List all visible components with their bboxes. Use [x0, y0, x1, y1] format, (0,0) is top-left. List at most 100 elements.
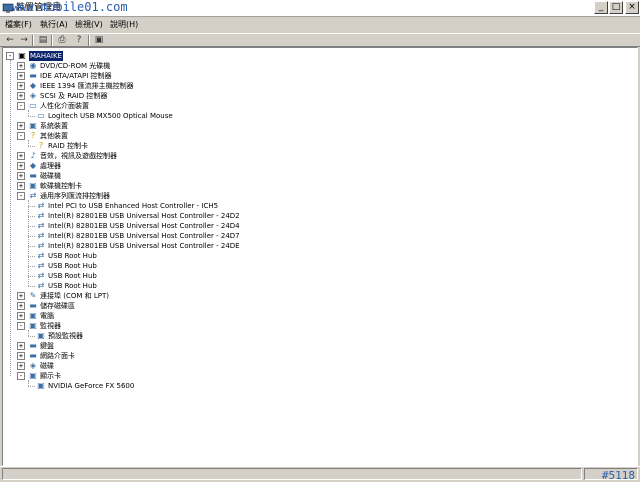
- collapse-toggle[interactable]: -: [17, 372, 25, 380]
- device-category-icon: ⇄: [37, 281, 45, 290]
- tree-item-label: DVD/CD-ROM 光碟機: [40, 62, 111, 70]
- print-icon[interactable]: ⎙: [55, 35, 69, 46]
- device-category-icon: ◈: [29, 91, 37, 100]
- tree-guide-line: [28, 246, 35, 247]
- device-category-icon: ◆: [29, 81, 37, 90]
- menu-bar: 檔案(F) 執行(A) 檢視(V) 說明(H): [0, 17, 640, 33]
- device-category-icon: ▣: [29, 311, 37, 320]
- menu-view[interactable]: 檢視(V): [75, 19, 103, 30]
- expand-toggle[interactable]: +: [17, 302, 25, 310]
- device-category-icon: ▬: [29, 71, 37, 80]
- tree-item-label: 監視器: [40, 322, 61, 330]
- tree-guide-line: [28, 256, 35, 257]
- expand-toggle[interactable]: +: [17, 172, 25, 180]
- close-button[interactable]: ×: [625, 1, 639, 14]
- status-id-text: #5118: [601, 469, 635, 482]
- device-category-icon: ▬: [29, 341, 37, 350]
- expand-toggle[interactable]: +: [17, 342, 25, 350]
- tree-item-label: 磁碟機: [40, 172, 61, 180]
- device-category-icon: ▣: [29, 121, 37, 130]
- tree-item-label: IEEE 1394 匯流排主機控制器: [40, 82, 134, 90]
- expand-toggle[interactable]: +: [17, 292, 25, 300]
- tree-item-label: Logitech USB MX500 Optical Mouse: [48, 112, 173, 120]
- tree-item-label: Intel(R) 82801EB USB Universal Host Cont…: [48, 222, 240, 230]
- device-category-icon: ⇄: [37, 251, 45, 260]
- tree-guide-line: [28, 266, 35, 267]
- toolbar-separator: [32, 35, 34, 46]
- device-category-icon: ▬: [29, 301, 37, 310]
- watermark-text: www.mobile01.com: [12, 0, 128, 14]
- device-category-icon: ⇄: [37, 221, 45, 230]
- expand-toggle[interactable]: +: [17, 362, 25, 370]
- tree-guide-line: [28, 146, 35, 147]
- tree-guide-line: [28, 140, 29, 146]
- device-category-icon: ▣: [29, 371, 37, 380]
- collapse-toggle[interactable]: -: [6, 52, 14, 60]
- tree-item-label: RAID 控制卡: [48, 142, 89, 150]
- toolbar: ← → ▤ ⎙ ? ▣: [0, 33, 640, 47]
- tree-guide-line: [28, 200, 29, 286]
- status-bar: #5118: [0, 466, 640, 482]
- tree-item-label: 網路介面卡: [40, 352, 75, 360]
- tree-item-label: 電腦: [40, 312, 54, 320]
- device-category-icon: ▬: [29, 351, 37, 360]
- device-category-icon: ◉: [29, 61, 37, 70]
- device-tree[interactable]: - ▣ MAHAIKE + ◉ DVD/CD-ROM 光碟機 + ▬ IDE ATA/AT…: [2, 47, 638, 466]
- scan-hardware-icon[interactable]: ▣: [92, 35, 106, 46]
- device-category-icon: ?: [38, 141, 44, 150]
- status-panel-id: #5118: [584, 468, 638, 482]
- menu-action[interactable]: 執行(A): [40, 19, 68, 30]
- back-arrow-icon[interactable]: ←: [3, 35, 17, 46]
- device-category-icon: ▣: [29, 181, 37, 190]
- expand-toggle[interactable]: +: [17, 62, 25, 70]
- expand-toggle[interactable]: +: [17, 72, 25, 80]
- tree-item-label: 通用序列匯流排控制器: [40, 192, 110, 200]
- toolbar-separator: [51, 35, 53, 46]
- help-icon[interactable]: ?: [72, 35, 86, 46]
- tree-item-label: 處理器: [40, 162, 61, 170]
- device-category-icon: ⇄: [37, 271, 45, 280]
- tree-guide-line: [28, 236, 35, 237]
- device-category-icon: ▭: [37, 111, 45, 120]
- device-category-icon: ◆: [29, 161, 37, 170]
- expand-toggle[interactable]: +: [17, 162, 25, 170]
- expand-toggle[interactable]: +: [17, 92, 25, 100]
- expand-toggle[interactable]: +: [17, 182, 25, 190]
- tree-item-label: SCSI 及 RAID 控制器: [40, 92, 108, 100]
- tree-guide-line: [28, 330, 29, 336]
- expand-toggle[interactable]: +: [17, 82, 25, 90]
- tree-item-label: IDE ATA/ATAPI 控制器: [40, 72, 112, 80]
- maximize-button[interactable]: □: [609, 1, 623, 14]
- status-panel-main: [2, 468, 582, 480]
- tree-item-label: 預設監視器: [48, 332, 83, 340]
- tree-item-label: 儲存磁碟區: [40, 302, 75, 310]
- collapse-toggle[interactable]: -: [17, 322, 25, 330]
- device-category-icon: ♪: [30, 151, 36, 160]
- tree-root-label[interactable]: MAHAIKE: [29, 51, 63, 61]
- expand-toggle[interactable]: +: [17, 352, 25, 360]
- tree-item-label: Intel(R) 82801EB USB Universal Host Cont…: [48, 232, 240, 240]
- tree-guide-line: [28, 380, 29, 386]
- tree-item-label: USB Root Hub: [48, 252, 97, 260]
- collapse-toggle[interactable]: -: [17, 132, 25, 140]
- minimize-button[interactable]: _: [594, 1, 608, 14]
- device-category-icon: ⇄: [37, 231, 45, 240]
- properties-icon[interactable]: ▤: [36, 35, 50, 46]
- device-category-icon: ⇄: [37, 241, 45, 250]
- expand-toggle[interactable]: +: [17, 122, 25, 130]
- expand-toggle[interactable]: +: [17, 152, 25, 160]
- device-category-icon: ✎: [29, 291, 37, 300]
- tree-guide-line: [28, 336, 35, 337]
- title-bar[interactable]: 裝置管理員 www.mobile01.com _ □ ×: [0, 0, 640, 17]
- tree-guide-line: [28, 386, 35, 387]
- tree-item-label: 其他裝置: [40, 132, 68, 140]
- expand-toggle[interactable]: +: [17, 312, 25, 320]
- computer-icon: ▣: [18, 51, 26, 60]
- menu-file[interactable]: 檔案(F): [5, 19, 32, 30]
- collapse-toggle[interactable]: -: [17, 192, 25, 200]
- tree-item-label: 連接埠 (COM 和 LPT): [40, 292, 109, 300]
- device-category-icon: ⇄: [37, 201, 45, 210]
- collapse-toggle[interactable]: -: [17, 102, 25, 110]
- forward-arrow-icon[interactable]: →: [17, 35, 31, 46]
- menu-help[interactable]: 說明(H): [110, 19, 138, 30]
